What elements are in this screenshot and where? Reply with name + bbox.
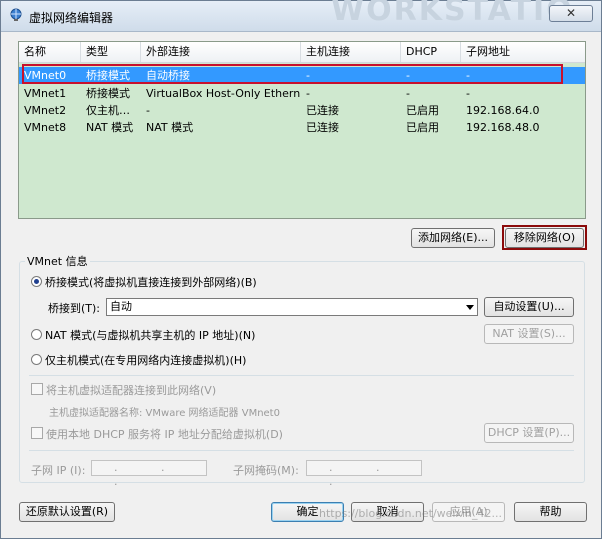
- cell-dhcp: 已启用: [406, 121, 439, 134]
- divider: [29, 375, 574, 376]
- use-dhcp-label[interactable]: 使用本地 DHCP 服务将 IP 地址分配给虚拟机(D): [46, 426, 283, 442]
- bridge-to-value: 自动: [110, 300, 132, 313]
- cell-dhcp: -: [406, 69, 410, 82]
- adapter-name-text: 主机虚拟适配器名称: VMware 网络适配器 VMnet0: [49, 408, 280, 419]
- radio-selected-dot: [34, 279, 39, 284]
- restore-defaults-button[interactable]: 还原默认设置(R): [19, 502, 115, 522]
- nat-mode-label[interactable]: NAT 模式(与虚拟机共享主机的 IP 地址)(N): [45, 327, 255, 343]
- cell-host: -: [306, 69, 310, 82]
- cell-type: 桥接模式: [86, 69, 130, 82]
- bridge-to-select[interactable]: 自动: [106, 298, 478, 316]
- network-globe-icon: [10, 8, 22, 21]
- table-row[interactable]: VMnet8 NAT 模式 NAT 模式 已连接 已启用 192.168.48.…: [19, 119, 585, 136]
- subnet-mask-input[interactable]: . . .: [306, 460, 422, 488]
- bridged-mode-radio[interactable]: [31, 276, 42, 287]
- bridge-to-label: 桥接到(T):: [48, 302, 101, 315]
- cell-subnet: 192.168.64.0: [466, 104, 540, 117]
- cell-subnet: 192.168.48.0: [466, 121, 540, 134]
- close-icon: ✕: [565, 6, 577, 20]
- subnet-ip-input[interactable]: . . .: [91, 460, 207, 488]
- table-row[interactable]: VMnet1 桥接模式 VirtualBox Host-Only Ethern……: [19, 85, 585, 102]
- nat-settings-button[interactable]: NAT 设置(S)...: [484, 324, 574, 344]
- table-row[interactable]: VMnet0 桥接模式 自动桥接 - - -: [19, 67, 585, 84]
- network-list-header: 名称 类型 外部连接 主机连接 DHCP 子网地址: [19, 42, 585, 63]
- cell-type: 仅主机…: [86, 104, 130, 117]
- cell-host: 已连接: [306, 104, 339, 117]
- column-header-dhcp[interactable]: DHCP: [401, 42, 461, 62]
- cell-type: NAT 模式: [86, 121, 134, 134]
- connect-adapter-label[interactable]: 将主机虚拟适配器连接到此网络(V): [46, 382, 216, 398]
- cell-name: VMnet1: [24, 87, 67, 100]
- use-dhcp-checkbox[interactable]: [31, 427, 43, 439]
- divider: [29, 450, 574, 451]
- close-button[interactable]: ✕: [549, 5, 593, 22]
- cell-host: 已连接: [306, 121, 339, 134]
- column-header-subnet[interactable]: 子网地址: [461, 42, 585, 62]
- bridged-mode-label[interactable]: 桥接模式(将虚拟机直接连接到外部网络)(B): [45, 274, 257, 290]
- cell-external: -: [146, 104, 150, 117]
- column-header-type[interactable]: 类型: [81, 42, 141, 62]
- column-header-host[interactable]: 主机连接: [301, 42, 401, 62]
- nat-mode-radio[interactable]: [31, 329, 42, 340]
- cell-external: 自动桥接: [146, 69, 190, 82]
- auto-settings-button[interactable]: 自动设置(U)...: [484, 297, 574, 317]
- host-only-label[interactable]: 仅主机模式(在专用网络内连接虚拟机)(H): [45, 352, 246, 368]
- subnet-mask-label: 子网掩码(M):: [233, 464, 299, 477]
- table-row[interactable]: VMnet2 仅主机… - 已连接 已启用 192.168.64.0: [19, 102, 585, 119]
- add-network-button[interactable]: 添加网络(E)...: [411, 228, 495, 248]
- url-watermark: https://blog.csdn.net/weixin_42...: [319, 507, 503, 520]
- cell-name: VMnet0: [24, 69, 67, 82]
- virtual-network-editor-window: WORKSTATIO 虚拟网络编辑器 ✕ 名称 类型 外部连接 主机连接 DHC…: [0, 0, 602, 539]
- window-title: 虚拟网络编辑器: [29, 11, 114, 25]
- cell-external: VirtualBox Host-Only Ethern…: [146, 87, 301, 100]
- cell-subnet: -: [466, 87, 470, 100]
- title-bar[interactable]: WORKSTATIO 虚拟网络编辑器 ✕: [1, 0, 601, 32]
- help-button[interactable]: 帮助: [514, 502, 587, 522]
- dhcp-settings-button[interactable]: DHCP 设置(P)...: [484, 423, 574, 443]
- watermark: WORKSTATIO: [331, 0, 574, 28]
- cell-external: NAT 模式: [146, 121, 194, 134]
- cell-subnet: -: [466, 69, 470, 82]
- column-header-external[interactable]: 外部连接: [141, 42, 301, 62]
- subnet-ip-label: 子网 IP (I):: [31, 464, 86, 477]
- connect-adapter-checkbox[interactable]: [31, 383, 43, 395]
- network-list[interactable]: 名称 类型 外部连接 主机连接 DHCP 子网地址 VMnet0 桥接模式 自动…: [18, 41, 586, 219]
- cell-name: VMnet2: [24, 104, 67, 117]
- cell-type: 桥接模式: [86, 87, 130, 100]
- cell-host: -: [306, 87, 310, 100]
- chevron-down-icon: [466, 305, 474, 310]
- vmnet-info-label: VMnet 信息: [25, 253, 90, 269]
- column-header-name[interactable]: 名称: [19, 42, 81, 62]
- cell-dhcp: -: [406, 87, 410, 100]
- remove-network-button[interactable]: 移除网络(O): [505, 228, 584, 248]
- cell-name: VMnet8: [24, 121, 67, 134]
- host-only-radio[interactable]: [31, 354, 42, 365]
- cell-dhcp: 已启用: [406, 104, 439, 117]
